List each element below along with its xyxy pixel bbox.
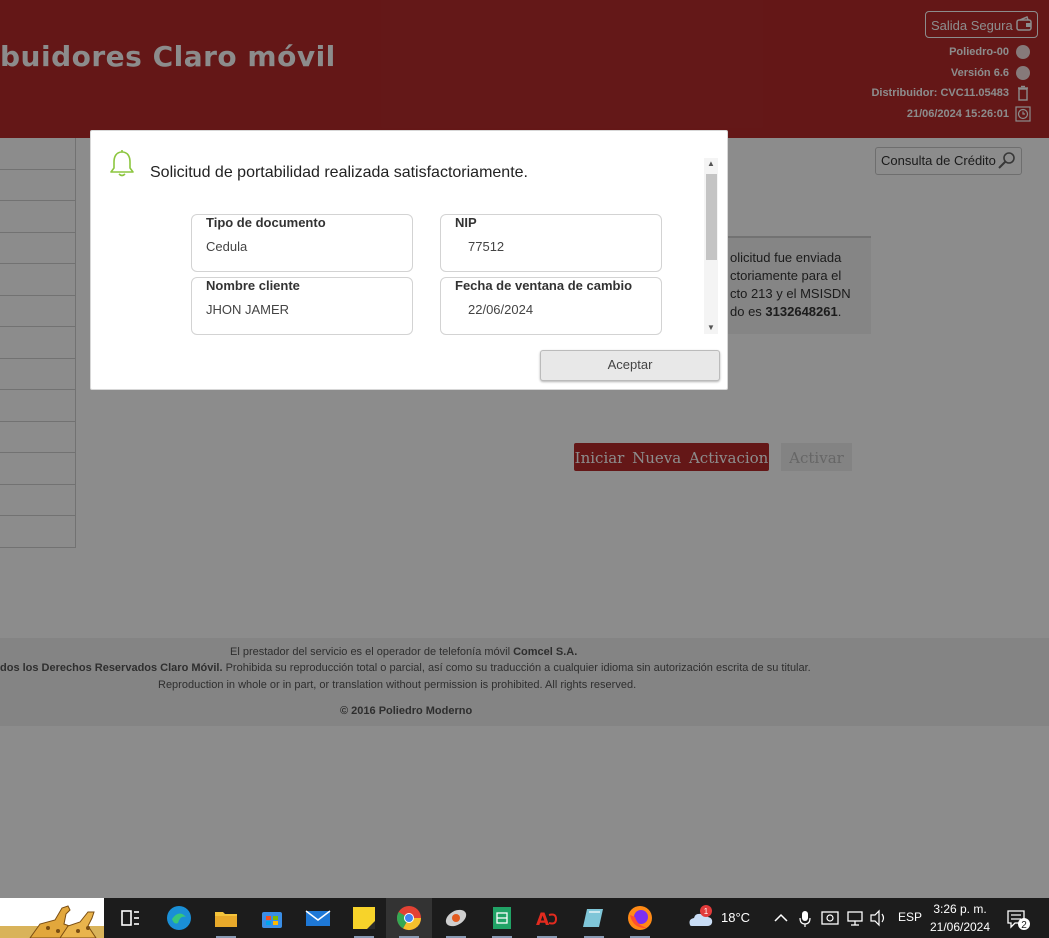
battery-saver-icon[interactable] (820, 903, 840, 933)
nip-field: NIP 77512 (440, 214, 662, 272)
weather-temperature[interactable]: 18°C (721, 910, 750, 925)
clock-date: 21/06/2024 (929, 920, 991, 934)
scroll-down-arrow-icon[interactable]: ▼ (704, 322, 718, 334)
scrollbar-thumb[interactable] (706, 174, 717, 260)
acrobat-icon[interactable]: A (532, 903, 562, 938)
client-name-field: Nombre cliente JHON JAMER (191, 277, 413, 335)
dialog-scrollbar[interactable]: ▲ ▼ (704, 158, 718, 334)
weather-cloud-icon[interactable]: 1 (686, 903, 714, 933)
scroll-up-arrow-icon[interactable]: ▲ (704, 158, 718, 170)
app-launcher-icon[interactable] (441, 903, 471, 938)
file-explorer-icon[interactable] (211, 903, 241, 938)
notification-center-icon[interactable]: 2 (1005, 903, 1035, 933)
network-icon[interactable] (845, 903, 865, 933)
edge-icon[interactable] (164, 903, 194, 933)
input-language[interactable]: ESP (898, 910, 922, 924)
search-highlight-image[interactable] (0, 898, 104, 938)
sticky-notes-icon[interactable] (349, 903, 379, 938)
change-window-date-label: Fecha de ventana de cambio (455, 278, 633, 293)
notepad-icon[interactable] (579, 903, 609, 938)
chevron-up-icon[interactable] (772, 903, 790, 933)
taskbar-clock[interactable]: 3:26 p. m. 21/06/2024 (927, 900, 993, 936)
bell-icon (110, 150, 134, 177)
dialog-title: Solicitud de portabilidad realizada sati… (150, 164, 528, 181)
client-name-label: Nombre cliente (206, 278, 300, 293)
sheets-icon[interactable] (487, 903, 517, 938)
volume-icon[interactable] (868, 903, 888, 933)
notification-count: 2 (1021, 920, 1027, 931)
document-type-value: Cedula (206, 239, 248, 254)
document-type-field: Tipo de documento Cedula (191, 214, 413, 272)
clock-time: 3:26 p. m. (933, 902, 987, 916)
client-name-value: JHON JAMER (206, 302, 290, 317)
document-type-label: Tipo de documento (206, 215, 326, 230)
portability-dialog: Solicitud de portabilidad realizada sati… (90, 130, 728, 390)
firefox-icon[interactable] (625, 903, 655, 938)
microphone-icon[interactable] (797, 903, 813, 933)
accept-button[interactable]: Aceptar (540, 350, 720, 381)
weather-badge: 1 (704, 907, 709, 916)
chrome-icon[interactable] (394, 903, 424, 938)
giraffe-icon (0, 905, 104, 938)
nip-label: NIP (455, 215, 477, 230)
mail-icon[interactable] (303, 903, 333, 933)
task-view-icon[interactable] (115, 903, 145, 933)
change-window-date-field: Fecha de ventana de cambio 22/06/2024 (440, 277, 662, 335)
store-icon[interactable] (257, 903, 287, 933)
svg-text:A: A (536, 910, 550, 930)
nip-value: 77512 (468, 239, 505, 254)
windows-taskbar: A 1 18°C ESP 3:26 p. m. 21/06/2024 2 (0, 898, 1049, 938)
change-window-date-value: 22/06/2024 (468, 302, 534, 317)
